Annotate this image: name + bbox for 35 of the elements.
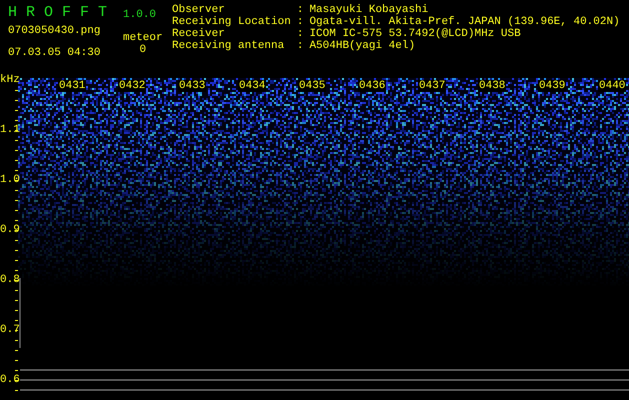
- file-name: 0703050430.png: [8, 25, 102, 37]
- info-separator: :: [296, 16, 304, 28]
- app-version: 1.0.0: [123, 9, 156, 21]
- info-value: Ogata-vill. Akita-Pref. JAPAN (139.96E, 40.02N): [309, 16, 620, 28]
- time-label: 0439: [538, 80, 566, 92]
- info-value: ICOM IC-575 53.7492(@LCD)MHz USB: [309, 28, 522, 40]
- meteor-label: meteor: [123, 32, 163, 44]
- time-label: 0438: [478, 80, 506, 92]
- date-time: 07.03.05 04:30: [8, 47, 102, 59]
- info-separator: :: [296, 40, 304, 52]
- time-label: 0432: [118, 80, 146, 92]
- time-label: 0433: [178, 80, 206, 92]
- axis-label: 0.9: [0, 224, 17, 236]
- info-label: Receiving Location: [172, 16, 291, 28]
- app-title: H R O F F T: [8, 5, 108, 21]
- time-label: 0431: [58, 80, 86, 92]
- time-label: 0437: [418, 80, 446, 92]
- axis-label: 0.8: [0, 274, 17, 286]
- time-label: 0436: [358, 80, 386, 92]
- axis-label: 1.0: [0, 174, 17, 186]
- info-separator: :: [296, 4, 304, 16]
- axis-label: 1.1: [0, 124, 17, 136]
- meteor-count: 0: [140, 44, 146, 56]
- axis-unit: kHz: [0, 74, 20, 86]
- axis-label: 0.6: [0, 374, 17, 386]
- time-label: 0435: [298, 80, 326, 92]
- info-separator: :: [296, 28, 304, 40]
- time-label: 0434: [238, 80, 266, 92]
- time-label: 0440: [598, 80, 626, 92]
- info-label: Receiver: [172, 28, 226, 40]
- info-label: Receiving antenna: [172, 40, 286, 52]
- info-value: A504HB(yagi 4el): [309, 40, 416, 52]
- info-label: Observer: [172, 4, 226, 16]
- axis-label: 0.7: [0, 324, 17, 336]
- info-value: Masayuki Kobayashi: [309, 4, 430, 16]
